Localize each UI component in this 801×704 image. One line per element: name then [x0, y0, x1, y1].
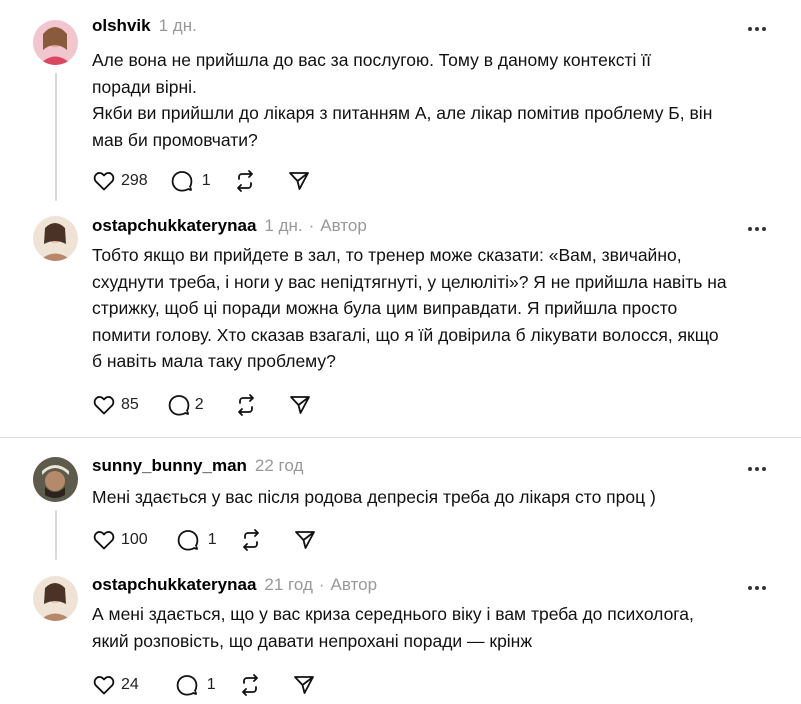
- like-button[interactable]: 24: [92, 672, 139, 698]
- more-options-icon[interactable]: [748, 223, 768, 235]
- username[interactable]: ostapchukkaterynaa: [92, 575, 256, 595]
- share-button[interactable]: [292, 672, 316, 698]
- like-button[interactable]: 100: [92, 527, 148, 553]
- repost-button[interactable]: [238, 672, 262, 698]
- share-button[interactable]: [293, 527, 317, 553]
- like-count: 100: [121, 531, 148, 548]
- timestamp[interactable]: 21 год: [264, 575, 312, 595]
- thread-line: [55, 510, 57, 560]
- send-icon: [293, 676, 314, 694]
- repost-button[interactable]: [234, 392, 258, 418]
- thread-line: [55, 73, 57, 201]
- repost-icon: [236, 170, 253, 192]
- reply-button[interactable]: 1: [176, 527, 217, 553]
- avatar[interactable]: [33, 576, 78, 621]
- repost-icon: [237, 394, 254, 416]
- avatar[interactable]: [33, 20, 78, 65]
- heart-icon: [93, 676, 115, 695]
- author-badge: Автор: [320, 216, 367, 235]
- more-options-icon[interactable]: [748, 463, 768, 475]
- share-button[interactable]: [287, 168, 311, 194]
- avatar[interactable]: [33, 216, 78, 261]
- comment-text: А мені здається, що у вас криза середньо…: [92, 604, 694, 651]
- like-button[interactable]: 85: [92, 392, 139, 418]
- like-count: 85: [121, 396, 139, 413]
- thread-divider: [0, 437, 801, 438]
- timestamp[interactable]: 1 дн.: [159, 16, 197, 36]
- comment-text: Але вона не прийшла до вас за послугою. …: [92, 50, 713, 150]
- repost-button[interactable]: [239, 527, 263, 553]
- comment-icon: [177, 530, 199, 551]
- repost-icon: [242, 529, 259, 551]
- more-options-icon[interactable]: [748, 582, 768, 594]
- comment-text: Тобто якщо ви прийдете в зал, то тренер …: [92, 245, 727, 371]
- username[interactable]: ostapchukkaterynaa: [92, 216, 256, 236]
- like-count: 24: [121, 676, 139, 693]
- timestamp[interactable]: 22 год: [255, 456, 303, 476]
- comment-icon: [176, 675, 198, 696]
- username[interactable]: sunny_bunny_man: [92, 456, 247, 476]
- reply-count: 1: [207, 531, 217, 548]
- reply-count: 2: [194, 396, 204, 413]
- reply-button[interactable]: 2: [167, 392, 204, 418]
- send-icon: [289, 396, 310, 414]
- like-count: 298: [121, 172, 148, 189]
- avatar[interactable]: [33, 457, 78, 502]
- reply-count: 1: [206, 676, 216, 693]
- timestamp[interactable]: 1 дн.: [264, 216, 302, 236]
- repost-button[interactable]: [233, 168, 257, 194]
- more-options-icon[interactable]: [748, 23, 768, 35]
- repost-icon: [241, 674, 258, 696]
- send-icon: [288, 172, 309, 190]
- comment-text: Мені здається у вас після родова депресі…: [92, 487, 656, 507]
- heart-icon: [93, 396, 115, 415]
- send-icon: [294, 531, 315, 549]
- like-button[interactable]: 298: [92, 168, 148, 194]
- heart-icon: [93, 172, 115, 191]
- share-button[interactable]: [288, 392, 312, 418]
- heart-icon: [93, 531, 115, 550]
- comment-icon: [168, 395, 190, 416]
- reply-button[interactable]: 1: [170, 168, 211, 194]
- reply-button[interactable]: 1: [175, 672, 216, 698]
- reply-count: 1: [201, 172, 211, 189]
- author-badge: Автор: [330, 575, 378, 594]
- comment-icon: [171, 171, 193, 192]
- username[interactable]: olshvik: [92, 16, 151, 36]
